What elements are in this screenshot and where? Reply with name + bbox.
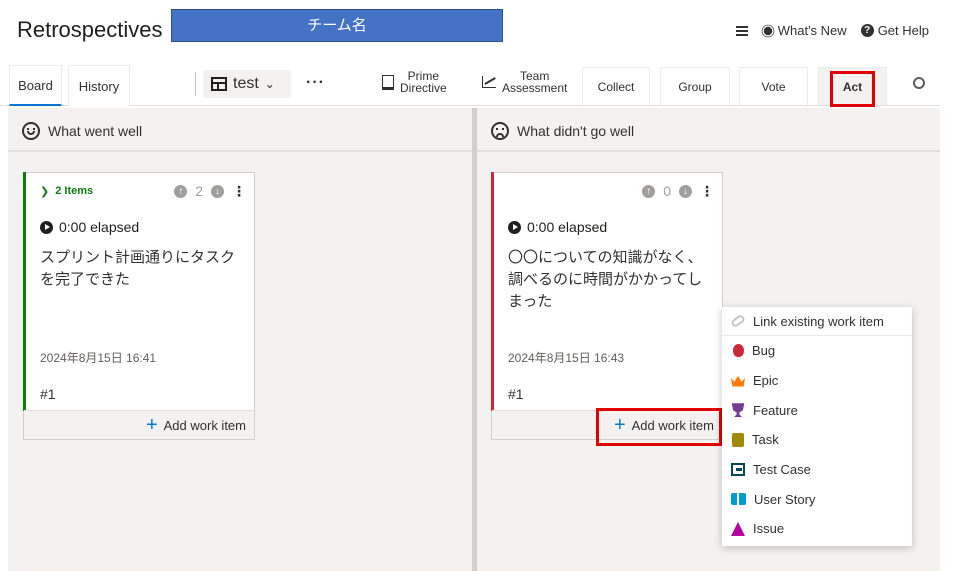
card-number: #1 (40, 386, 56, 402)
test-case-icon (731, 463, 745, 477)
menu-item-feature[interactable]: Feature (722, 395, 912, 425)
hamburger-icon[interactable] (735, 25, 748, 36)
add-work-item-label: Add work item (163, 417, 246, 433)
feedback-card[interactable]: ❯ 2 Items ↑ 2 ↓ ⋮ 0:00 elapsed スプリント計画通り… (23, 172, 255, 440)
board-selector[interactable]: test ⌄ (203, 70, 291, 98)
team-name-banner: チーム名 (171, 9, 503, 42)
elapsed-text: 0:00 elapsed (527, 219, 608, 235)
header-links: What's New ? Get Help (735, 23, 929, 38)
menu-item-user-story[interactable]: User Story (722, 484, 912, 514)
prime-directive-button[interactable]: Prime Directive (382, 70, 447, 94)
get-help-label: Get Help (877, 23, 929, 38)
tab-board[interactable]: Board (9, 65, 62, 106)
card-text: スプリント計画通りにタスクを完了できた (40, 249, 236, 288)
card-text: 〇〇についての知識がなく、調べるのに時間がかかってしまった (508, 249, 703, 310)
link-icon (729, 313, 747, 329)
book-icon (731, 493, 746, 506)
issue-icon (731, 521, 745, 536)
menu-item-label: Link existing work item (753, 313, 884, 329)
crown-icon (731, 375, 745, 387)
upvote-count: 0 (663, 183, 671, 199)
feedback-card[interactable]: ↑ 0 ↓ ⋮ 0:00 elapsed 〇〇についての知識がなく、調べるのに時… (491, 172, 723, 440)
column-separator (472, 108, 477, 571)
more-options-icon[interactable]: ··· (306, 74, 325, 92)
team-assessment-button[interactable]: Team Assessment (482, 70, 567, 94)
add-work-item-button[interactable]: + Add work item (492, 410, 722, 439)
card-toolbar: ❯ 2 Items ↑ 2 ↓ ⋮ (40, 182, 246, 200)
upvote-icon[interactable]: ↑ (642, 184, 656, 198)
elapsed-timer: 0:00 elapsed (508, 219, 607, 235)
menu-item-label: Bug (752, 343, 776, 359)
column-header-went-well: What went well (8, 112, 472, 152)
menu-item-label: User Story (754, 491, 816, 507)
tab-divider (195, 72, 196, 96)
menu-item-bug[interactable]: Bug (722, 336, 912, 366)
stage-vote[interactable]: Vote (739, 67, 808, 105)
stage-act[interactable]: Act (818, 67, 887, 105)
downvote-icon[interactable]: ↓ (211, 184, 224, 198)
trophy-icon (731, 403, 745, 418)
menu-item-label: Feature (753, 402, 798, 418)
smile-icon (22, 122, 40, 140)
group-items-label: 2 Items (55, 185, 94, 197)
card-number: #1 (508, 386, 524, 402)
prime-directive-label-2: Directive (400, 81, 447, 95)
play-icon[interactable] (40, 220, 53, 234)
add-work-item-label: Add work item (631, 417, 714, 433)
work-item-type-menu: Link existing work item Bug Epic Feature… (722, 307, 912, 546)
card-accent (491, 172, 494, 411)
tab-history[interactable]: History (68, 65, 130, 106)
add-work-item-button[interactable]: + Add work item (24, 410, 254, 439)
chevron-down-icon: ⌄ (264, 77, 275, 91)
team-assessment-label-2: Assessment (502, 81, 568, 95)
app-title: Retrospectives (17, 17, 163, 42)
upvote-icon[interactable]: ↑ (174, 184, 188, 198)
plus-icon: + (145, 414, 158, 436)
frown-icon (491, 122, 509, 140)
get-help-link[interactable]: ? Get Help (860, 23, 929, 38)
column-title: What went well (48, 123, 143, 139)
menu-item-label: Issue (753, 521, 785, 537)
bug-icon (733, 344, 744, 358)
play-icon[interactable] (508, 220, 521, 234)
chevron-right-icon: ❯ (40, 185, 50, 198)
stage-group[interactable]: Group (660, 67, 730, 105)
card-accent (23, 172, 26, 411)
stage-collect[interactable]: Collect (582, 67, 650, 105)
card-toolbar: ↑ 0 ↓ ⋮ (508, 182, 714, 200)
menu-item-label: Task (752, 432, 779, 448)
more-vertical-icon[interactable]: ⋮ (700, 183, 714, 200)
clipboard-icon (732, 432, 744, 447)
menu-item-link-existing[interactable]: Link existing work item (722, 307, 912, 336)
elapsed-timer: 0:00 elapsed (40, 219, 139, 235)
menu-item-epic[interactable]: Epic (722, 366, 912, 396)
column-title: What didn't go well (517, 123, 635, 139)
whats-new-link[interactable]: What's New (762, 23, 847, 38)
downvote-icon[interactable]: ↓ (679, 184, 692, 198)
menu-item-label: Epic (753, 373, 779, 389)
plus-icon: + (613, 414, 626, 436)
group-toggle[interactable]: ❯ 2 Items (40, 185, 93, 198)
upvote-count: 2 (195, 183, 203, 199)
help-icon: ? (860, 24, 874, 37)
more-vertical-icon[interactable]: ⋮ (232, 183, 246, 200)
whats-new-icon (763, 26, 772, 35)
target-icon[interactable] (913, 77, 925, 89)
menu-item-task[interactable]: Task (722, 425, 912, 455)
chart-line-icon (482, 76, 496, 88)
column-header-didnt-go-well: What didn't go well (477, 112, 940, 152)
card-date: 2024年8月15日 16:43 (508, 351, 625, 365)
menu-item-test-case[interactable]: Test Case (722, 455, 912, 485)
menu-item-issue[interactable]: Issue (722, 514, 912, 544)
card-date: 2024年8月15日 16:41 (40, 351, 157, 365)
book-icon (382, 74, 394, 90)
tab-bar: Board History test ⌄ ··· Prime Directive… (0, 64, 940, 106)
board-selector-value: test (233, 75, 259, 92)
whats-new-label: What's New (777, 23, 847, 38)
menu-item-label: Test Case (753, 462, 811, 478)
elapsed-text: 0:00 elapsed (59, 219, 140, 235)
board-icon (211, 77, 227, 91)
